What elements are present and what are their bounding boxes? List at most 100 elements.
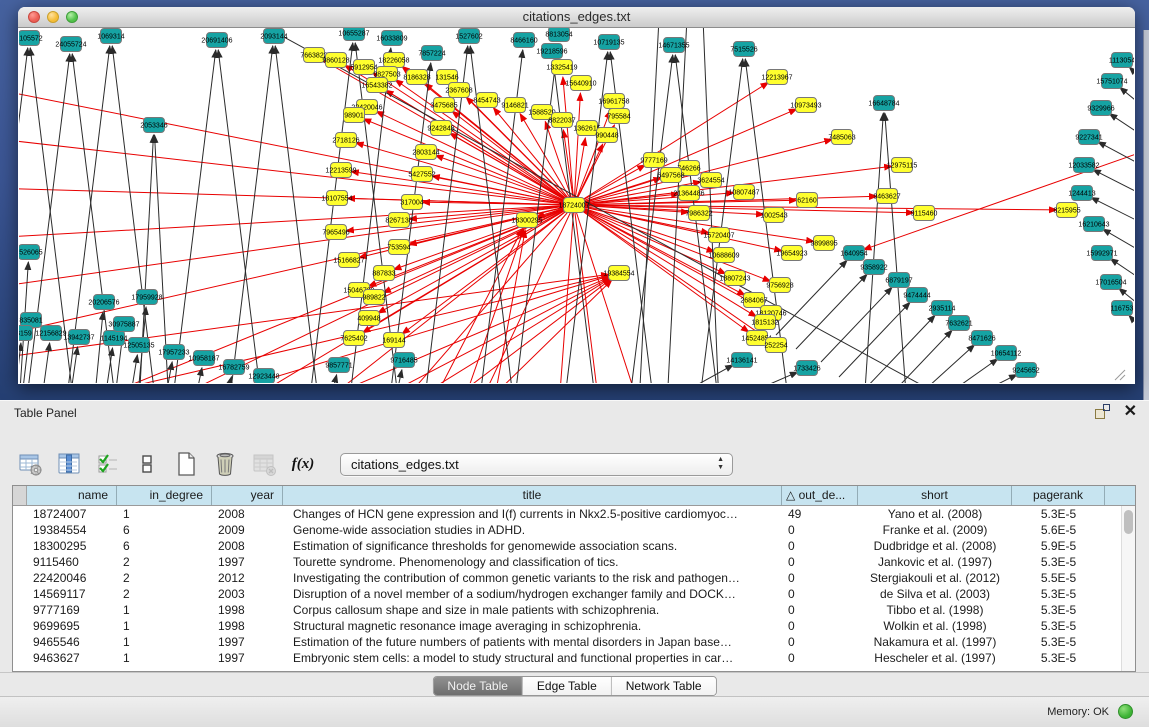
resize-grip-icon[interactable] (1115, 370, 1125, 380)
tab-network-table[interactable]: Network Table (611, 677, 716, 695)
graph-node[interactable]: 1244413 (1068, 186, 1095, 201)
graph-node[interactable]: 13942737 (63, 330, 94, 345)
table-row[interactable]: 1872400712008Changes of HCN gene express… (13, 506, 1135, 522)
graph-node[interactable]: 16033809 (376, 31, 407, 46)
graph-node[interactable]: 2367608 (445, 83, 472, 98)
graph-node[interactable]: 6879197 (885, 273, 912, 288)
graph-node[interactable]: 3624554 (697, 173, 724, 188)
graph-node[interactable]: 9146821 (501, 98, 528, 113)
graph-node[interactable]: 317004 (400, 195, 423, 210)
graph-node[interactable]: 12156829 (35, 326, 66, 341)
graph-node[interactable]: 887833 (372, 266, 395, 281)
edge[interactable] (1109, 114, 1134, 140)
graph-node[interactable]: 10654112 (991, 346, 1022, 361)
table-row[interactable]: 1830029562008Estimation of significance … (13, 538, 1135, 554)
graph-node[interactable]: 9242848 (427, 121, 454, 136)
graph-node[interactable]: 12213967 (761, 70, 792, 85)
graph-node[interactable]: 8822037 (548, 113, 575, 128)
graph-node[interactable]: 9245652 (1012, 363, 1039, 378)
edge[interactable] (94, 312, 103, 383)
graph-node[interactable]: 17016504 (1095, 275, 1126, 290)
graph-node[interactable]: 13325419 (546, 60, 577, 75)
column-header-name[interactable]: name (27, 486, 117, 505)
graph-node[interactable]: 9777169 (640, 153, 667, 168)
graph-node[interactable]: 8454743 (473, 93, 500, 108)
graph-node[interactable]: 9115460 (911, 206, 938, 221)
edge[interactable] (275, 46, 319, 383)
network-canvas[interactable]: 1872400719384554183002957663822986012859… (19, 28, 1134, 383)
selected-edge[interactable] (356, 143, 574, 205)
table-row[interactable]: 969969511998Structural magnetic resonanc… (13, 618, 1135, 634)
edge[interactable] (1129, 315, 1134, 343)
vertical-scrollbar[interactable] (1121, 506, 1135, 671)
float-panel-icon[interactable] (1095, 404, 1110, 419)
graph-node[interactable]: 1002543 (760, 208, 787, 223)
graph-node[interactable]: 2803144 (412, 145, 439, 160)
graph-node[interactable]: 9756928 (766, 278, 793, 293)
graph-node[interactable]: 8267130 (385, 213, 412, 228)
table-row[interactable]: 946362711997Embryonic stem cells: a mode… (13, 650, 1135, 666)
edge[interactable] (839, 302, 910, 377)
new-table-icon[interactable] (172, 450, 200, 478)
graph-node[interactable]: 7632621 (945, 316, 972, 331)
graph-node[interactable]: 1527602 (455, 29, 482, 44)
show-column-icon[interactable] (55, 450, 83, 478)
graph-node[interactable]: 9716485 (390, 353, 417, 368)
graph-node[interactable]: 116753 (1111, 301, 1134, 316)
graph-node[interactable]: 12923448 (248, 369, 279, 384)
edge[interactable] (229, 46, 273, 383)
graph-node[interactable]: 8186328 (403, 70, 430, 85)
edge[interactable] (1120, 87, 1134, 113)
graph-node[interactable]: 5427552 (408, 167, 435, 182)
table-settings-icon[interactable] (16, 450, 44, 478)
close-window-button[interactable] (28, 11, 40, 23)
graph-node[interactable]: 8813054 (545, 28, 572, 42)
graph-node[interactable]: 6497568 (657, 168, 684, 183)
graph-node[interactable]: 15751074 (1096, 74, 1127, 89)
edge[interactable] (1098, 142, 1134, 168)
graph-node[interactable]: 98901 (344, 108, 365, 123)
graph-node[interactable]: 18226058 (378, 53, 409, 68)
graph-node[interactable]: 989822 (362, 290, 385, 305)
table-row[interactable]: 977716911998Corpus callosum shape and si… (13, 602, 1135, 618)
graph-node[interactable]: 10958187 (188, 351, 219, 366)
graph-node[interactable]: 62160 (797, 193, 818, 208)
edge[interactable] (218, 50, 262, 383)
graph-node[interactable]: 3475685 (430, 98, 457, 113)
graph-node[interactable]: 30975887 (108, 317, 139, 332)
graph-node[interactable]: 7485063 (828, 130, 855, 145)
graph-node[interactable]: 7986322 (685, 206, 712, 221)
graph-node[interactable]: 9899895 (810, 236, 837, 251)
graph-node[interactable]: 14136141 (726, 353, 757, 368)
column-header-short[interactable]: short (858, 486, 1012, 505)
edge[interactable] (907, 345, 975, 383)
graph-node[interactable]: 15166827 (333, 253, 364, 268)
graph-node[interactable]: 2718126 (332, 133, 359, 148)
graph-node[interactable]: 16210643 (1078, 217, 1109, 232)
graph-node[interactable]: 2105572 (19, 31, 43, 46)
edge[interactable] (821, 287, 892, 362)
edge[interactable] (931, 359, 998, 383)
selected-edge[interactable] (464, 229, 524, 383)
graph-node[interactable]: 9227341 (1075, 130, 1102, 145)
graph-node[interactable]: 20206576 (88, 295, 119, 310)
graph-node[interactable]: 1815132 (751, 315, 778, 330)
table-row[interactable]: 1456911722003Disruption of a novel membe… (13, 586, 1135, 602)
graph-node[interactable]: 9358922 (860, 260, 887, 275)
graph-node[interactable]: 9463627 (873, 189, 900, 204)
graph-node[interactable]: 9860128 (322, 53, 349, 68)
graph-node[interactable]: 15992971 (1086, 246, 1117, 261)
edge[interactable] (1093, 170, 1134, 196)
edge[interactable] (954, 374, 1017, 383)
scrollbar-thumb[interactable] (1124, 510, 1133, 534)
graph-node[interactable]: 795584 (607, 109, 630, 124)
edge[interactable] (129, 355, 137, 383)
edge[interactable] (329, 375, 337, 383)
graph-node[interactable]: 9474444 (903, 288, 930, 303)
graph-node[interactable]: 24055724 (55, 37, 86, 52)
graph-node[interactable]: 19654923 (776, 246, 807, 261)
graph-node[interactable]: 33159 (19, 326, 33, 341)
table-row[interactable]: 1938455462009Genome-wide association stu… (13, 522, 1135, 538)
table-row[interactable]: 911546021997Tourette syndrome. Phenomeno… (13, 554, 1135, 570)
graph-node[interactable]: 409948 (357, 311, 380, 326)
